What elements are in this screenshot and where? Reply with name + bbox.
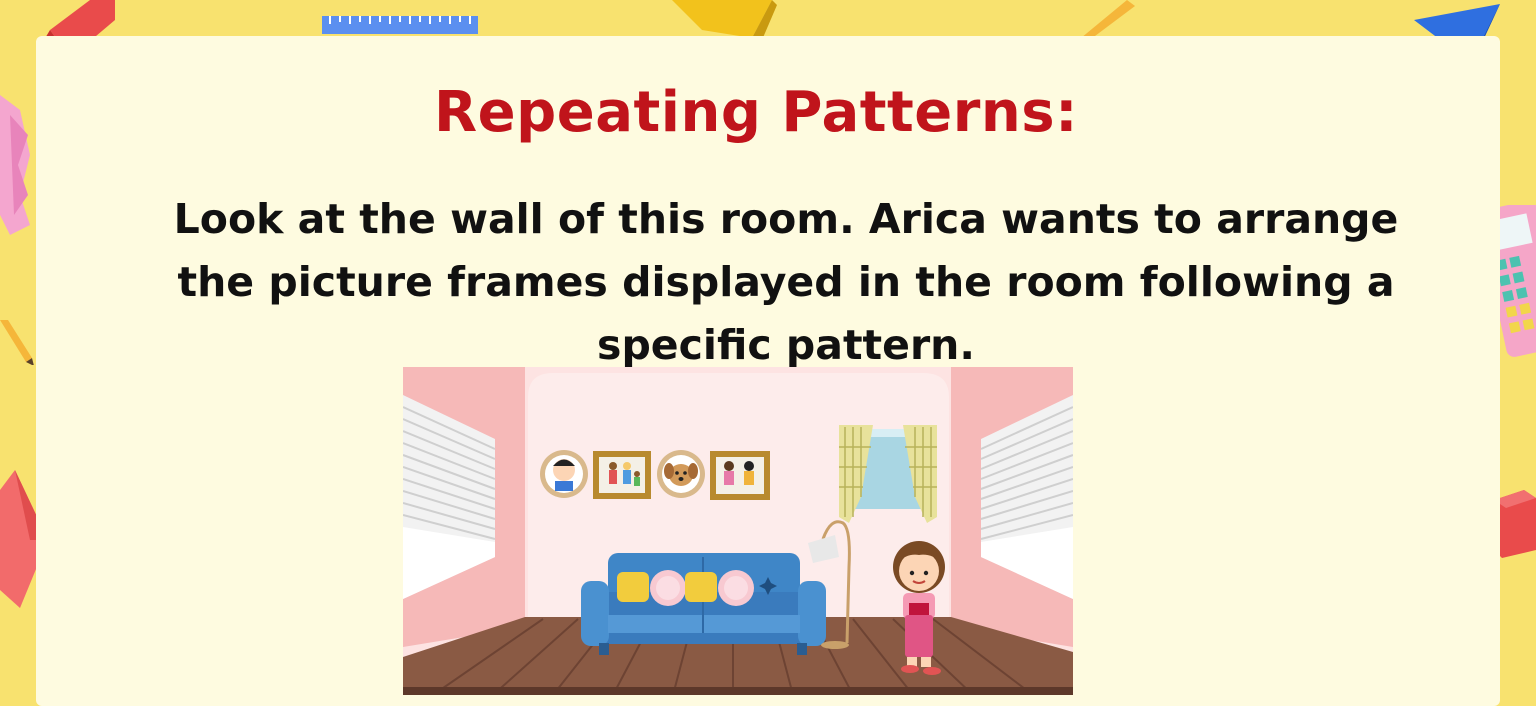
- room-illustration: [403, 367, 1073, 695]
- blue-sofa: [581, 553, 826, 655]
- kids-square-frame: [710, 451, 770, 500]
- family-square-frame: [593, 451, 651, 499]
- cube-icon: [1494, 490, 1536, 558]
- gem-icon: [0, 95, 30, 235]
- boy-round-frame: [540, 450, 588, 498]
- slide-title: Repeating Patterns:: [434, 80, 1078, 145]
- pencil-icon: [0, 320, 34, 365]
- puppy-round-frame: [657, 450, 705, 498]
- slide-instructions: Look at the wall of this room. Arica wan…: [173, 195, 1399, 369]
- window-with-curtains: [839, 425, 937, 523]
- ruler-icon: [322, 16, 478, 34]
- cube-icon: [672, 0, 777, 40]
